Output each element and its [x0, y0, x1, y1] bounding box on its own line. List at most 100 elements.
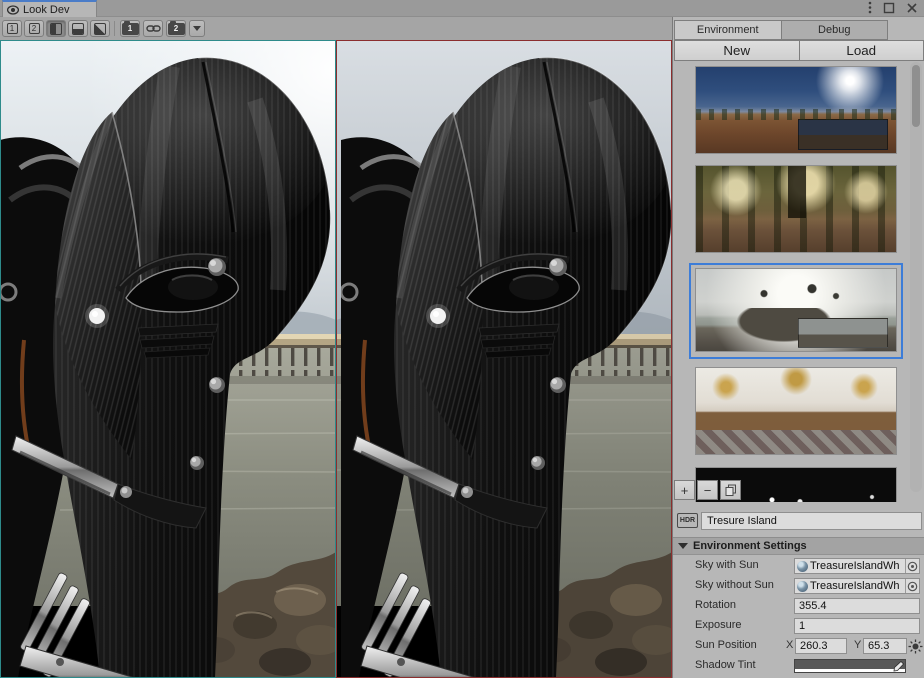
- foldout-triangle-icon: [678, 543, 688, 549]
- sun-x-value: 260.3: [800, 640, 828, 652]
- shadow-tint-label: Shadow Tint: [695, 659, 756, 671]
- maximize-icon[interactable]: [883, 2, 895, 14]
- duplicate-environment-button[interactable]: [720, 480, 741, 500]
- panel-tabs: Environment Debug: [674, 20, 888, 40]
- exposure-row: Exposure 1: [673, 617, 924, 635]
- hdri-inset-preview: [798, 119, 888, 150]
- chevron-down-icon: [193, 26, 201, 31]
- lookdev-window: Look Dev 1 2 1 2: [0, 0, 924, 678]
- title-bar: Look Dev: [0, 0, 924, 17]
- new-environment-button[interactable]: New: [674, 40, 800, 61]
- tab-debug-label: Debug: [818, 24, 850, 36]
- environment-panel: Environment Debug New Load + −: [672, 17, 924, 678]
- hdr-badge-icon: HDR: [677, 513, 698, 528]
- sky-without-sun-value: TreasureIslandWh: [810, 580, 903, 592]
- exposure-field[interactable]: 1: [794, 618, 920, 634]
- hdri-selection-frame: [689, 263, 903, 359]
- rotation-label: Rotation: [695, 599, 736, 611]
- sun-position-label: Sun Position: [695, 639, 757, 651]
- close-icon[interactable]: [906, 2, 918, 14]
- sky-without-sun-row: Sky without Sun TreasureIslandWh: [673, 577, 924, 595]
- view2-icon: 2: [29, 23, 40, 34]
- plus-icon: +: [681, 483, 689, 498]
- single-view-2-button[interactable]: 2: [24, 20, 44, 37]
- object-picker-button[interactable]: [905, 579, 919, 593]
- sun-icon: [908, 639, 923, 654]
- single-view-1-button[interactable]: 1: [2, 20, 22, 37]
- scrollbar-thumb[interactable]: [912, 65, 920, 127]
- sky-without-sun-label: Sky without Sun: [695, 579, 774, 591]
- lookdev-toolbar: 1 2 1 2: [0, 17, 672, 40]
- camera-1-icon: 1: [122, 23, 139, 35]
- load-environment-button[interactable]: Load: [800, 40, 924, 61]
- camera-2-button[interactable]: 2: [166, 20, 186, 37]
- shadow-tint-color-swatch[interactable]: [794, 659, 906, 673]
- sun-y-value: 65.3: [868, 640, 889, 652]
- hdri-list: + −: [673, 62, 909, 502]
- split-diagonal-icon: [94, 23, 106, 35]
- new-button-label: New: [723, 43, 750, 58]
- cubemap-icon: [797, 581, 808, 592]
- kebab-menu-icon[interactable]: [868, 1, 872, 14]
- sky-with-sun-row: Sky with Sun TreasureIslandWh: [673, 557, 924, 575]
- rotation-field[interactable]: 355.4: [794, 598, 920, 614]
- minus-icon: −: [704, 483, 712, 498]
- shadow-tint-row: Shadow Tint: [673, 657, 924, 675]
- link-icon: [146, 23, 161, 34]
- camera-2-icon: 2: [168, 23, 185, 35]
- rotation-value: 355.4: [799, 600, 827, 612]
- object-picker-button[interactable]: [905, 559, 919, 573]
- environment-settings-header[interactable]: Environment Settings: [673, 537, 924, 555]
- duplicate-icon: [725, 484, 737, 496]
- panel-scrollbar[interactable]: [910, 62, 922, 492]
- sun-position-picker-button[interactable]: [908, 639, 923, 654]
- hdri-list-actions: + −: [674, 480, 741, 500]
- sky-without-sun-object-field[interactable]: TreasureIslandWh: [794, 578, 920, 594]
- rotation-row: Rotation 355.4: [673, 597, 924, 615]
- lookdev-viewport: [0, 40, 672, 678]
- hdri-thumbnail-church[interactable]: [695, 367, 897, 455]
- eyedropper-icon: [893, 661, 904, 672]
- sky-with-sun-object-field[interactable]: TreasureIslandWh: [794, 558, 920, 574]
- sun-position-row: Sun Position X 260.3 Y 65.3: [673, 637, 924, 655]
- sun-x-field[interactable]: 260.3: [795, 638, 847, 654]
- exposure-label: Exposure: [695, 619, 741, 631]
- hdri-thumbnail-desert[interactable]: [695, 66, 897, 154]
- sun-y-axis-label: Y: [854, 639, 861, 651]
- environment-name: Tresure Island: [707, 515, 777, 527]
- load-button-label: Load: [846, 43, 876, 58]
- tab-environment[interactable]: Environment: [674, 20, 782, 40]
- sky-with-sun-value: TreasureIslandWh: [810, 560, 903, 572]
- add-environment-button[interactable]: +: [674, 480, 695, 500]
- camera-options-dropdown[interactable]: [189, 20, 205, 37]
- exposure-value: 1: [799, 620, 805, 632]
- split-horizontal-icon: [72, 23, 84, 35]
- hdri-inset-preview: [798, 318, 888, 348]
- split-top-bottom-button[interactable]: [68, 20, 88, 37]
- remove-environment-button[interactable]: −: [697, 480, 718, 500]
- hdri-thumbnail-treasure-island[interactable]: [695, 268, 897, 352]
- render-view-1[interactable]: [0, 40, 336, 678]
- settings-header-label: Environment Settings: [693, 540, 807, 552]
- tab-environment-label: Environment: [697, 24, 759, 36]
- cubemap-icon: [797, 561, 808, 572]
- toolbar-separator: [114, 21, 115, 36]
- lookdev-eye-icon: [7, 4, 19, 16]
- split-vertical-icon: [50, 23, 62, 35]
- split-side-by-side-button[interactable]: [46, 20, 66, 37]
- object-picker-icon: [907, 581, 918, 592]
- hdri-thumbnail-forest[interactable]: [695, 165, 897, 253]
- sky-with-sun-label: Sky with Sun: [695, 559, 759, 571]
- sun-y-field[interactable]: 65.3: [863, 638, 907, 654]
- sun-x-axis-label: X: [786, 639, 793, 651]
- camera-1-button[interactable]: 1: [120, 20, 140, 37]
- object-picker-icon: [907, 561, 918, 572]
- link-cameras-button[interactable]: [143, 20, 163, 37]
- lookdev-tab[interactable]: Look Dev: [2, 0, 97, 17]
- view1-icon: 1: [7, 23, 18, 34]
- tab-title: Look Dev: [23, 4, 69, 16]
- render-view-2[interactable]: [336, 40, 672, 678]
- environment-name-field[interactable]: Tresure Island: [701, 512, 922, 530]
- tab-debug[interactable]: Debug: [782, 20, 889, 40]
- split-diagonal-button[interactable]: [90, 20, 110, 37]
